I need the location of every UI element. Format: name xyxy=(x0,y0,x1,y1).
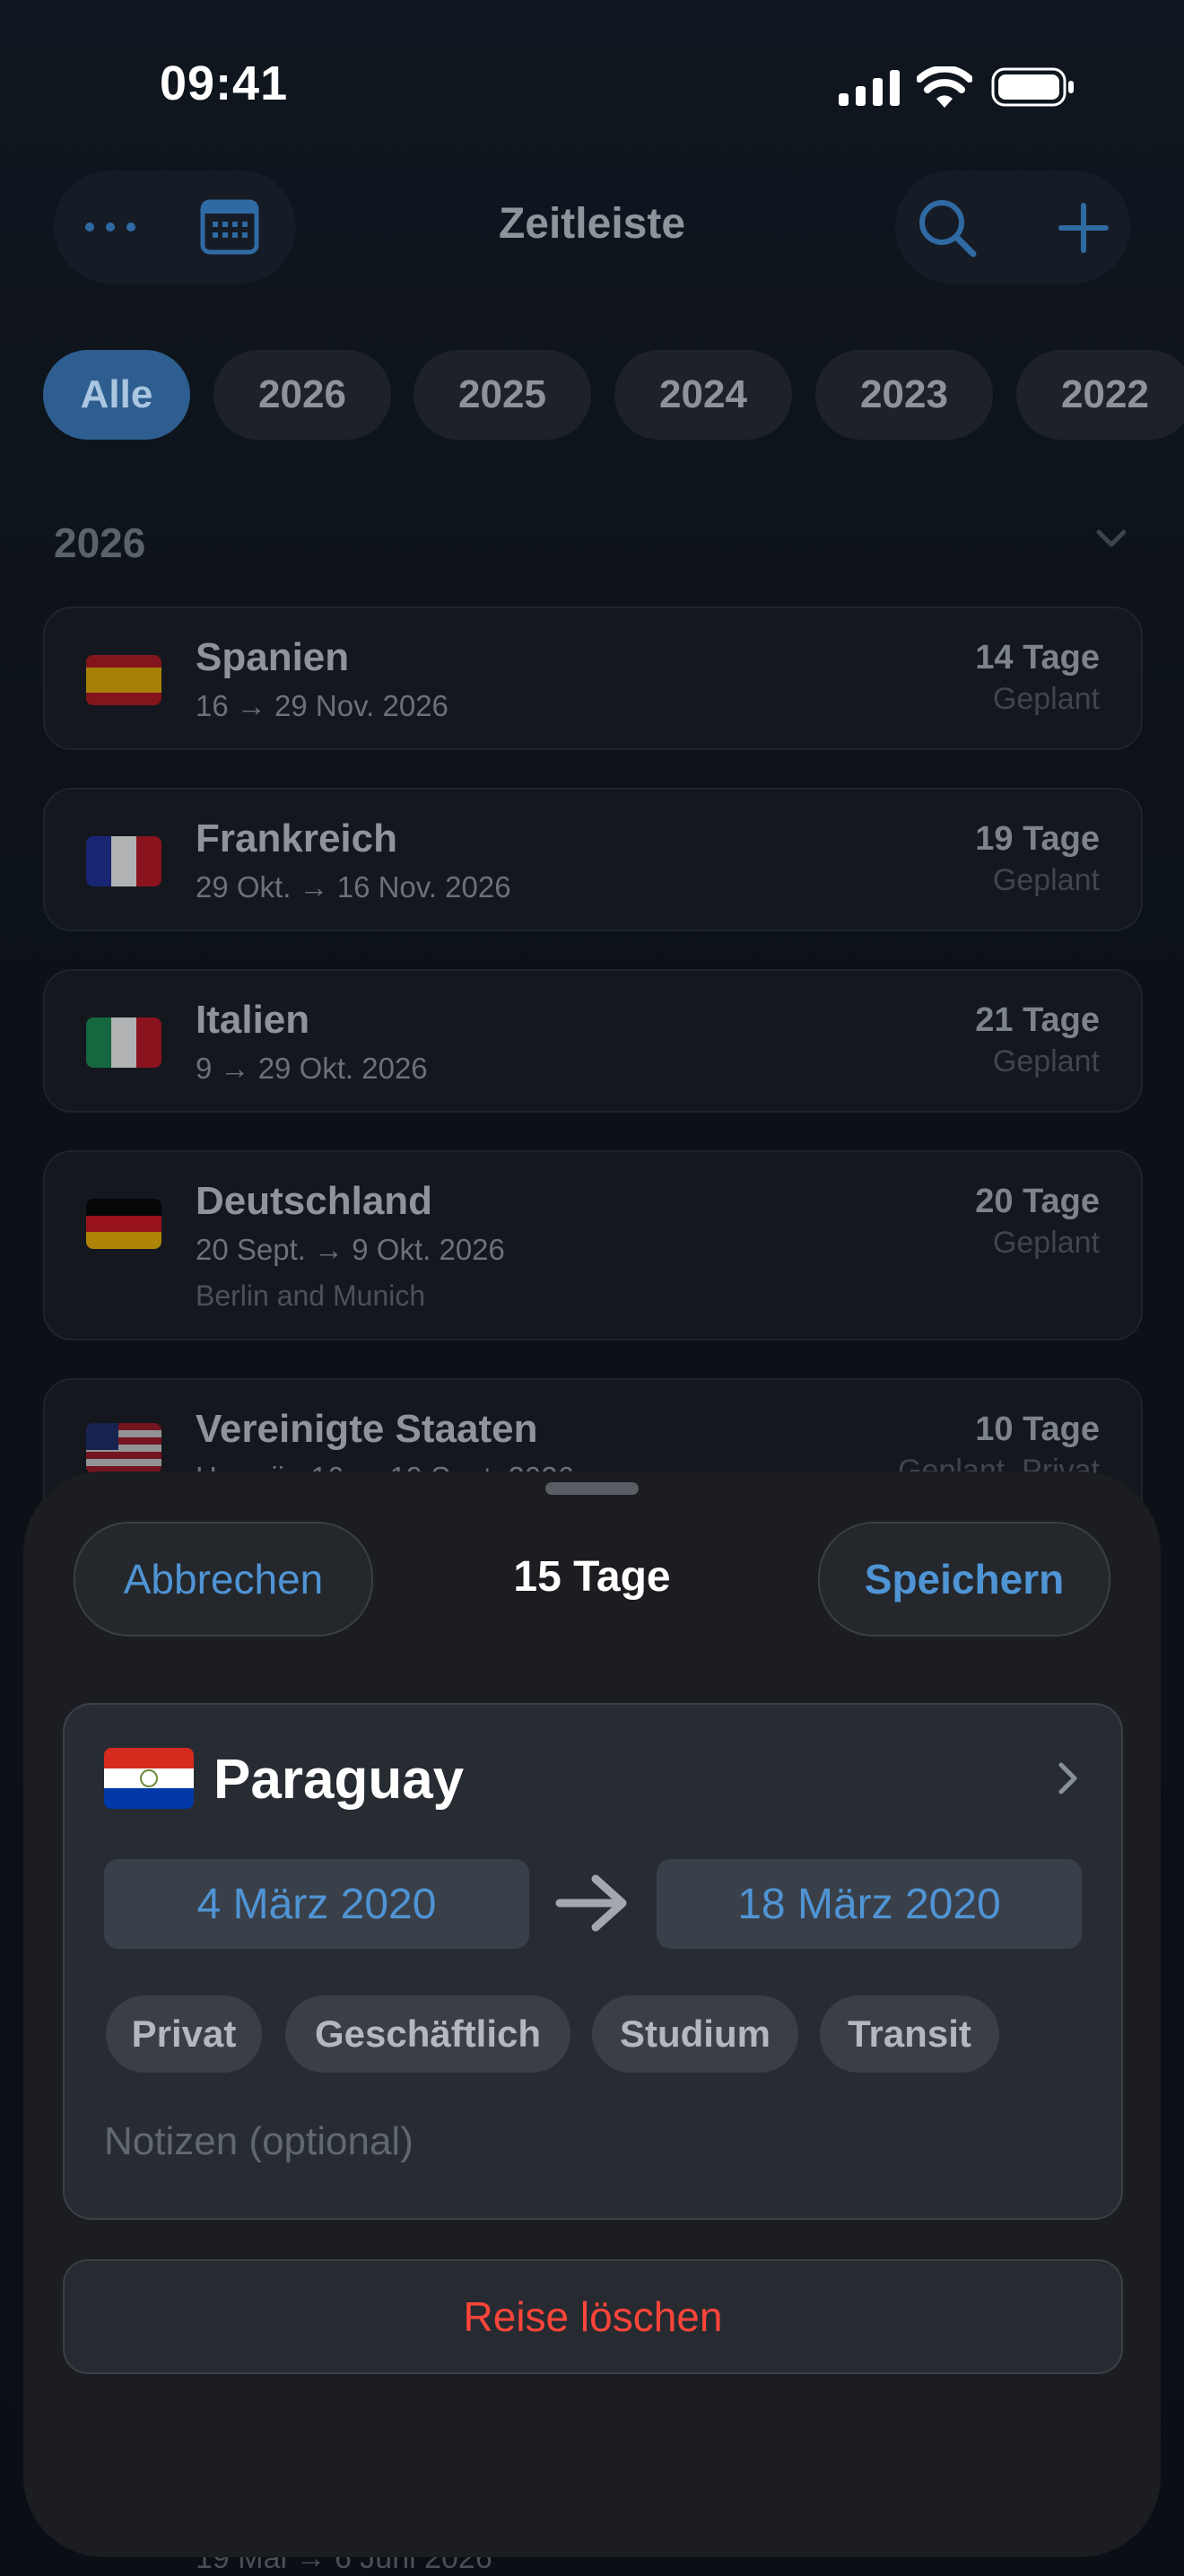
flag-germany-icon xyxy=(86,1199,161,1249)
trip-days: 19 Tage xyxy=(975,820,1100,858)
trip-country: Spanien xyxy=(196,635,350,679)
flag-usa-icon xyxy=(86,1423,161,1473)
trip-dates: 16 → 29 Nov. 2026 xyxy=(196,689,448,722)
tag-geschaeftlich[interactable]: Geschäftlich xyxy=(285,1995,570,2073)
flag-spain-icon xyxy=(86,655,161,705)
trip-status: Geplant xyxy=(992,1226,1100,1260)
add-trip-button[interactable] xyxy=(1048,192,1119,264)
trip-days: 14 Tage xyxy=(975,639,1100,677)
trip-note: Berlin and Munich xyxy=(196,1279,426,1312)
plus-icon xyxy=(1058,203,1109,253)
filter-chip-all[interactable]: Alle xyxy=(43,350,190,440)
notes-field[interactable]: Notizen (optional) xyxy=(104,2119,414,2164)
trip-country: Vereinigte Staaten xyxy=(196,1407,538,1451)
search-icon xyxy=(919,200,977,258)
trip-dates: 20 Sept. → 9 Okt. 2026 xyxy=(196,1233,505,1266)
country-name: Paraguay xyxy=(213,1749,465,1811)
flag-italy-icon xyxy=(86,1017,161,1068)
trip-card[interactable]: Deutschland 20 Sept. → 9 Okt. 2026 Berli… xyxy=(43,1150,1143,1340)
trip-card[interactable]: Italien 9 → 29 Okt. 2026 21 Tage Geplant xyxy=(43,969,1143,1113)
filter-chip-2023[interactable]: 2023 xyxy=(815,350,993,440)
flag-paraguay-icon xyxy=(104,1748,194,1809)
trip-days: 20 Tage xyxy=(975,1183,1100,1220)
battery-icon xyxy=(991,67,1074,107)
trip-dates: 29 Okt. → 16 Nov. 2026 xyxy=(196,870,511,904)
end-date-picker[interactable]: 18 März 2020 xyxy=(657,1859,1082,1949)
chevron-down-icon[interactable] xyxy=(1096,529,1127,549)
filter-chip-2025[interactable]: 2025 xyxy=(414,350,591,440)
tag-privat[interactable]: Privat xyxy=(106,1995,262,2073)
start-date-picker[interactable]: 4 März 2020 xyxy=(104,1859,529,1949)
filter-chip-2022[interactable]: 2022 xyxy=(1016,350,1184,440)
trip-dates: 9 → 29 Okt. 2026 xyxy=(196,1052,428,1085)
chevron-right-icon xyxy=(1058,1762,1077,1794)
trip-country: Italien xyxy=(196,998,310,1042)
cellular-signal-icon xyxy=(839,70,900,106)
trip-status: Geplant xyxy=(992,863,1100,897)
status-time: 09:41 xyxy=(160,57,289,110)
trip-days: 10 Tage xyxy=(975,1410,1100,1448)
trip-days: 21 Tage xyxy=(975,1001,1100,1039)
status-bar: 09:41 xyxy=(0,0,1184,170)
arrow-right-icon xyxy=(555,1874,627,1932)
trip-card[interactable]: Spanien 16 → 29 Nov. 2026 14 Tage Geplan… xyxy=(43,607,1143,750)
flag-france-icon xyxy=(86,836,161,886)
filter-chip-2026[interactable]: 2026 xyxy=(213,350,391,440)
sheet-grabber[interactable] xyxy=(545,1482,639,1495)
trip-status: Geplant xyxy=(992,682,1100,716)
trip-card[interactable]: Frankreich 29 Okt. → 16 Nov. 2026 19 Tag… xyxy=(43,788,1143,931)
section-header-year: 2026 xyxy=(54,520,146,566)
wifi-icon xyxy=(917,66,972,108)
search-button[interactable] xyxy=(911,192,983,264)
trip-status: Geplant xyxy=(992,1044,1100,1078)
delete-trip-button[interactable]: Reise löschen xyxy=(63,2259,1123,2374)
save-button[interactable]: Speichern xyxy=(818,1522,1110,1637)
filter-chip-2024[interactable]: 2024 xyxy=(614,350,792,440)
trip-country: Deutschland xyxy=(196,1179,433,1223)
tag-transit[interactable]: Transit xyxy=(820,1995,999,2073)
tag-studium[interactable]: Studium xyxy=(592,1995,798,2073)
trip-country: Frankreich xyxy=(196,816,397,860)
